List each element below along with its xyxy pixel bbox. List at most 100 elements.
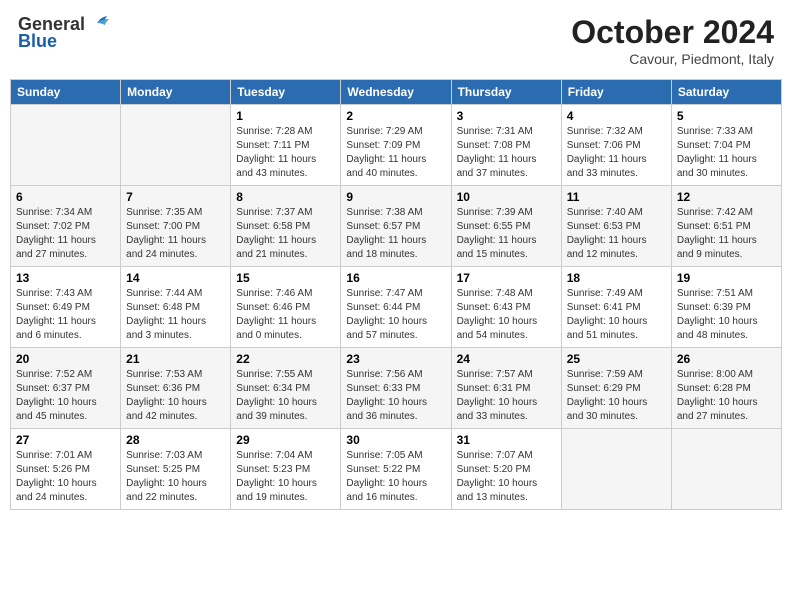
calendar-day-cell: 8 Sunrise: 7:37 AMSunset: 6:58 PMDaylight… (231, 186, 341, 267)
calendar-day-cell: 12 Sunrise: 7:42 AMSunset: 6:51 PMDayligh… (671, 186, 781, 267)
logo-bird-icon (87, 15, 109, 31)
day-number: 16 (346, 271, 445, 285)
day-info: Sunrise: 7:03 AMSunset: 5:25 PMDaylight:… (126, 449, 225, 505)
calendar-day-cell: 30 Sunrise: 7:05 AMSunset: 5:22 PMDayligh… (341, 429, 451, 510)
calendar-day-cell: 26Sunrise: 8:00 AMSunset: 6:28 PMDayligh… (671, 348, 781, 429)
day-number: 1 (236, 109, 335, 123)
day-info: Sunrise: 7:52 AMSunset: 6:37 PMDaylight:… (16, 368, 115, 424)
calendar-day-cell: 7 Sunrise: 7:35 AMSunset: 7:00 PMDaylight… (121, 186, 231, 267)
calendar-week-row: 1Sunrise: 7:28 AMSunset: 7:11 PMDaylight… (11, 105, 782, 186)
weekday-header-friday: Friday (561, 80, 671, 105)
day-number: 19 (677, 271, 776, 285)
day-info: Sunrise: 7:07 AMSunset: 5:20 PMDaylight:… (457, 449, 556, 505)
day-info: Sunrise: 7:44 AMSunset: 6:48 PMDaylight:… (126, 287, 225, 343)
calendar-day-cell: 21 Sunrise: 7:53 AMSunset: 6:36 PMDayligh… (121, 348, 231, 429)
calendar-day-cell: 5 Sunrise: 7:33 AMSunset: 7:04 PMDaylight… (671, 105, 781, 186)
day-info: Sunrise: 7:53 AMSunset: 6:36 PMDaylight:… (126, 368, 225, 424)
day-info: Sunrise: 7:40 AMSunset: 6:53 PMDaylight:… (567, 206, 666, 262)
day-info: Sunrise: 7:05 AMSunset: 5:22 PMDaylight:… (346, 449, 445, 505)
calendar-location: Cavour, Piedmont, Italy (571, 51, 774, 67)
day-number: 12 (677, 190, 776, 204)
day-number: 23 (346, 352, 445, 366)
logo-blue-text: Blue (18, 31, 57, 52)
calendar-day-cell: 29Sunrise: 7:04 AMSunset: 5:23 PMDayligh… (231, 429, 341, 510)
calendar-day-cell: 4Sunrise: 7:32 AMSunset: 7:06 PMDaylight… (561, 105, 671, 186)
weekday-header-tuesday: Tuesday (231, 80, 341, 105)
day-info: Sunrise: 7:38 AMSunset: 6:57 PMDaylight:… (346, 206, 445, 262)
day-info: Sunrise: 7:48 AMSunset: 6:43 PMDaylight:… (457, 287, 556, 343)
calendar-day-cell: 11 Sunrise: 7:40 AMSunset: 6:53 PMDayligh… (561, 186, 671, 267)
day-number: 29 (236, 433, 335, 447)
calendar-day-cell: 16 Sunrise: 7:47 AMSunset: 6:44 PMDayligh… (341, 267, 451, 348)
calendar-day-cell: 22Sunrise: 7:55 AMSunset: 6:34 PMDayligh… (231, 348, 341, 429)
day-number: 14 (126, 271, 225, 285)
weekday-header-sunday: Sunday (11, 80, 121, 105)
day-number: 13 (16, 271, 115, 285)
day-number: 27 (16, 433, 115, 447)
weekday-header-monday: Monday (121, 80, 231, 105)
day-info: Sunrise: 7:49 AMSunset: 6:41 PMDaylight:… (567, 287, 666, 343)
calendar-day-cell: 14 Sunrise: 7:44 AMSunset: 6:48 PMDayligh… (121, 267, 231, 348)
calendar-day-cell: 17 Sunrise: 7:48 AMSunset: 6:43 PMDayligh… (451, 267, 561, 348)
calendar-day-cell: 6 Sunrise: 7:34 AMSunset: 7:02 PMDaylight… (11, 186, 121, 267)
day-info: Sunrise: 7:46 AMSunset: 6:46 PMDaylight:… (236, 287, 335, 343)
day-info: Sunrise: 7:35 AMSunset: 7:00 PMDaylight:… (126, 206, 225, 262)
day-number: 8 (236, 190, 335, 204)
calendar-day-cell: 2 Sunrise: 7:29 AMSunset: 7:09 PMDaylight… (341, 105, 451, 186)
day-info: Sunrise: 7:01 AMSunset: 5:26 PMDaylight:… (16, 449, 115, 505)
calendar-day-cell: 25Sunrise: 7:59 AMSunset: 6:29 PMDayligh… (561, 348, 671, 429)
day-number: 9 (346, 190, 445, 204)
calendar-day-cell: 19 Sunrise: 7:51 AMSunset: 6:39 PMDayligh… (671, 267, 781, 348)
day-number: 5 (677, 109, 776, 123)
day-number: 11 (567, 190, 666, 204)
calendar-day-cell: 24Sunrise: 7:57 AMSunset: 6:31 PMDayligh… (451, 348, 561, 429)
title-block: October 2024 Cavour, Piedmont, Italy (571, 14, 774, 67)
calendar-day-cell (561, 429, 671, 510)
day-info: Sunrise: 7:51 AMSunset: 6:39 PMDaylight:… (677, 287, 776, 343)
day-number: 18 (567, 271, 666, 285)
weekday-header-saturday: Saturday (671, 80, 781, 105)
day-number: 22 (236, 352, 335, 366)
weekday-header-wednesday: Wednesday (341, 80, 451, 105)
calendar-week-row: 20 Sunrise: 7:52 AMSunset: 6:37 PMDayligh… (11, 348, 782, 429)
day-number: 21 (126, 352, 225, 366)
calendar-table: SundayMondayTuesdayWednesdayThursdayFrid… (10, 79, 782, 510)
calendar-title: October 2024 (571, 14, 774, 51)
calendar-week-row: 6 Sunrise: 7:34 AMSunset: 7:02 PMDaylight… (11, 186, 782, 267)
calendar-day-cell: 9 Sunrise: 7:38 AMSunset: 6:57 PMDaylight… (341, 186, 451, 267)
calendar-day-cell: 27 Sunrise: 7:01 AMSunset: 5:26 PMDayligh… (11, 429, 121, 510)
day-number: 2 (346, 109, 445, 123)
day-info: Sunrise: 7:39 AMSunset: 6:55 PMDaylight:… (457, 206, 556, 262)
day-number: 3 (457, 109, 556, 123)
calendar-day-cell: 13Sunrise: 7:43 AMSunset: 6:49 PMDayligh… (11, 267, 121, 348)
calendar-day-cell (11, 105, 121, 186)
calendar-day-cell: 28Sunrise: 7:03 AMSunset: 5:25 PMDayligh… (121, 429, 231, 510)
day-info: Sunrise: 7:34 AMSunset: 7:02 PMDaylight:… (16, 206, 115, 262)
day-info: Sunrise: 7:29 AMSunset: 7:09 PMDaylight:… (346, 125, 445, 181)
day-number: 30 (346, 433, 445, 447)
calendar-day-cell (121, 105, 231, 186)
day-info: Sunrise: 7:32 AMSunset: 7:06 PMDaylight:… (567, 125, 666, 181)
day-info: Sunrise: 7:47 AMSunset: 6:44 PMDaylight:… (346, 287, 445, 343)
day-info: Sunrise: 7:42 AMSunset: 6:51 PMDaylight:… (677, 206, 776, 262)
day-number: 17 (457, 271, 556, 285)
day-info: Sunrise: 7:31 AMSunset: 7:08 PMDaylight:… (457, 125, 556, 181)
day-info: Sunrise: 7:33 AMSunset: 7:04 PMDaylight:… (677, 125, 776, 181)
calendar-day-cell: 3 Sunrise: 7:31 AMSunset: 7:08 PMDaylight… (451, 105, 561, 186)
calendar-day-cell: 18 Sunrise: 7:49 AMSunset: 6:41 PMDayligh… (561, 267, 671, 348)
day-number: 15 (236, 271, 335, 285)
day-info: Sunrise: 7:57 AMSunset: 6:31 PMDaylight:… (457, 368, 556, 424)
calendar-day-cell: 10 Sunrise: 7:39 AMSunset: 6:55 PMDayligh… (451, 186, 561, 267)
day-number: 10 (457, 190, 556, 204)
calendar-day-cell: 23Sunrise: 7:56 AMSunset: 6:33 PMDayligh… (341, 348, 451, 429)
calendar-day-cell: 31Sunrise: 7:07 AMSunset: 5:20 PMDayligh… (451, 429, 561, 510)
day-number: 20 (16, 352, 115, 366)
calendar-day-cell: 1Sunrise: 7:28 AMSunset: 7:11 PMDaylight… (231, 105, 341, 186)
day-number: 7 (126, 190, 225, 204)
calendar-day-cell (671, 429, 781, 510)
calendar-day-cell: 20 Sunrise: 7:52 AMSunset: 6:37 PMDayligh… (11, 348, 121, 429)
day-number: 6 (16, 190, 115, 204)
day-info: Sunrise: 7:37 AMSunset: 6:58 PMDaylight:… (236, 206, 335, 262)
weekday-header-row: SundayMondayTuesdayWednesdayThursdayFrid… (11, 80, 782, 105)
calendar-day-cell: 15 Sunrise: 7:46 AMSunset: 6:46 PMDayligh… (231, 267, 341, 348)
